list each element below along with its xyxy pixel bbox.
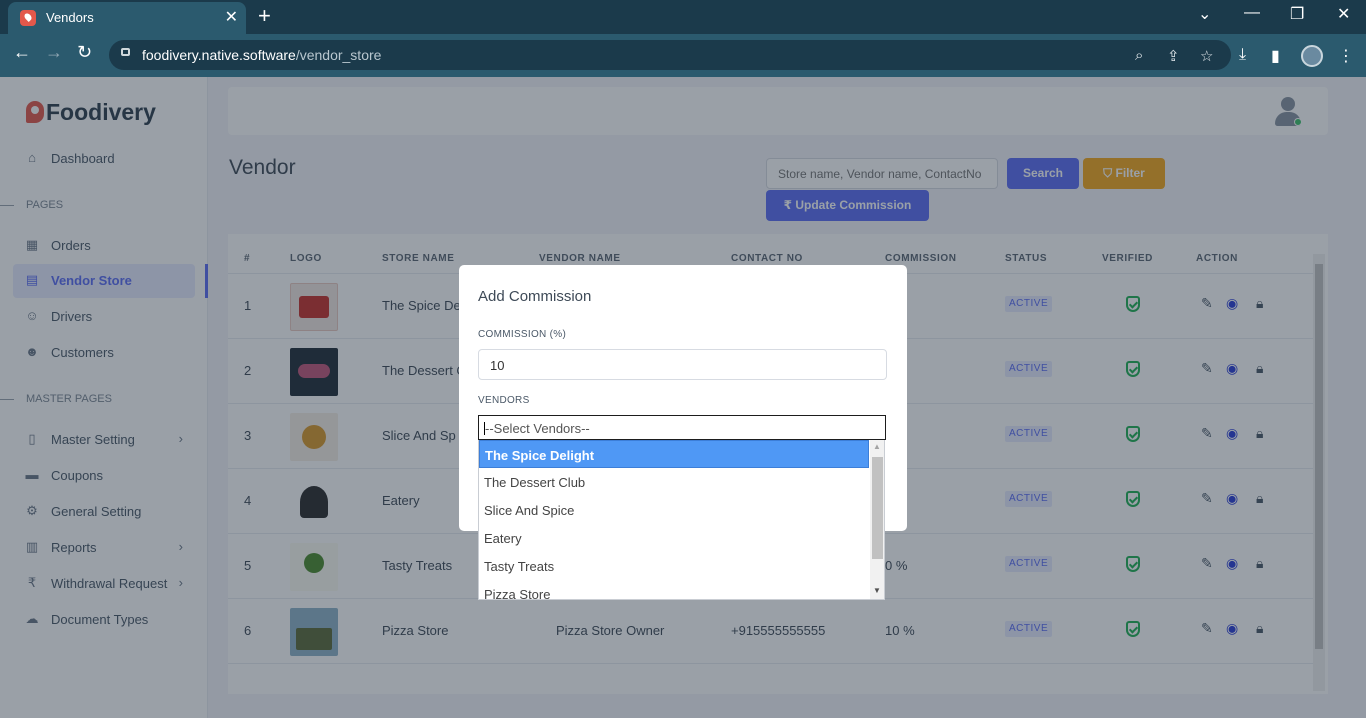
browser-tabbar: Vendors ✕ + ⌄ — ❐ ✕ <box>0 0 1366 34</box>
side-panel-icon[interactable]: ▮ <box>1271 46 1280 66</box>
bookmark-star-icon[interactable]: ☆ <box>1200 47 1213 65</box>
vendor-option[interactable]: The Spice Delight <box>479 440 869 468</box>
browser-navbar: ← → ↻ foodivery.native.software/vendor_s… <box>0 34 1366 77</box>
lock-icon <box>121 48 130 56</box>
restore-icon[interactable]: ❐ <box>1290 4 1304 24</box>
close-tab-icon[interactable]: ✕ <box>225 7 238 27</box>
close-window-icon[interactable]: ✕ <box>1337 4 1350 24</box>
reload-icon[interactable]: ↻ <box>77 42 92 63</box>
modal-title: Add Commission <box>478 288 592 305</box>
vendors-placeholder: --Select Vendors-- <box>485 421 590 436</box>
forward-icon[interactable]: → <box>45 42 63 63</box>
address-bar[interactable]: foodivery.native.software/vendor_store ⌕… <box>109 40 1231 70</box>
scroll-up-icon[interactable]: ▲ <box>873 442 881 451</box>
browser-tab[interactable]: Vendors ✕ <box>8 2 246 34</box>
menu-kebab-icon[interactable]: ⋮ <box>1338 46 1354 66</box>
tab-title: Vendors <box>46 10 94 25</box>
vendors-select[interactable]: --Select Vendors-- <box>478 415 886 440</box>
profile-avatar[interactable] <box>1301 45 1323 67</box>
share-icon[interactable]: ⇪ <box>1167 47 1180 65</box>
commission-input[interactable]: 10 <box>478 349 887 380</box>
dropdown-scrollbar[interactable]: ▲ ▼ <box>870 440 884 599</box>
vendor-option[interactable]: The Dessert Club <box>479 468 869 496</box>
back-icon[interactable]: ← <box>13 42 31 63</box>
vendors-label: VENDORS <box>478 395 530 406</box>
scroll-down-icon[interactable]: ▼ <box>873 586 881 595</box>
vendor-option[interactable]: Pizza Store <box>479 580 869 599</box>
vendors-dropdown: The Spice Delight The Dessert Club Slice… <box>478 440 885 600</box>
vendor-option[interactable]: Eatery <box>479 524 869 552</box>
new-tab-icon[interactable]: + <box>258 3 271 29</box>
commission-label: COMMISSION (%) <box>478 329 567 340</box>
vendor-option[interactable]: Slice And Spice <box>479 496 869 524</box>
download-icon[interactable]: ⤓ <box>1239 46 1246 64</box>
minimize-icon[interactable]: — <box>1244 4 1260 22</box>
url-host: foodivery.native.software <box>142 47 296 63</box>
favicon-icon <box>20 10 36 26</box>
tab-search-chevron-icon[interactable]: ⌄ <box>1198 4 1211 24</box>
zoom-icon[interactable]: ⌕ <box>1135 47 1143 64</box>
vendor-option[interactable]: Tasty Treats <box>479 552 869 580</box>
url-path: /vendor_store <box>295 47 382 63</box>
